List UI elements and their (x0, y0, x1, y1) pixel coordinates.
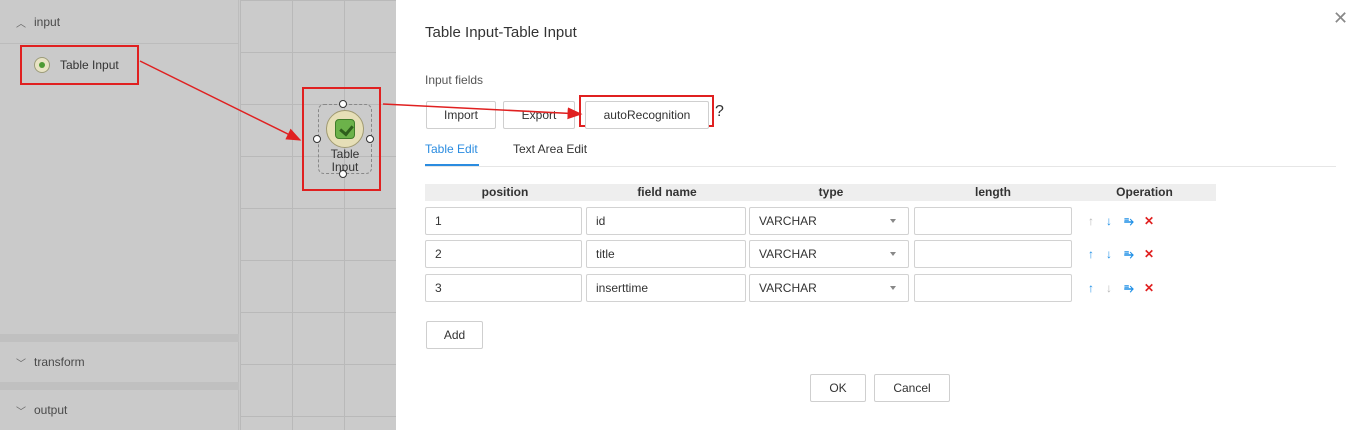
type-select-value: VARCHAR (759, 281, 817, 295)
move-up-icon[interactable]: ↑ (1086, 213, 1096, 229)
column-header-position: position (481, 185, 529, 199)
sidebar-item-label: Table Input (60, 58, 119, 72)
resize-handle[interactable] (366, 135, 374, 143)
table-header: position field name type length Operatio… (425, 184, 1216, 201)
field-name-input[interactable]: inserttime (586, 274, 746, 302)
table-input-icon[interactable] (326, 110, 364, 148)
move-down-icon[interactable]: ↓ (1104, 213, 1114, 229)
sidebar-section-label: input (34, 15, 61, 29)
tab-text-area-edit[interactable]: Text Area Edit (513, 142, 587, 156)
input-fields-label: Input fields (425, 73, 484, 87)
designer-area: ︿ input Table Input ﹀ transform ﹀ output (0, 0, 396, 430)
help-icon[interactable]: ? (715, 103, 724, 121)
type-select-value: VARCHAR (759, 247, 817, 261)
ok-label: OK (829, 381, 847, 395)
design-canvas[interactable] (240, 0, 396, 430)
divider (0, 382, 239, 390)
row-operations: ↑ ↓ ⥱ ✕ (1086, 280, 1154, 296)
chevron-down-icon: ﹀ (16, 358, 26, 370)
table-input-dialog: Table Input-Table Input ✕ Input fields I… (396, 0, 1366, 430)
column-header-field-name: field name (637, 185, 697, 199)
export-label: Export (521, 108, 557, 122)
insert-row-icon[interactable]: ⥱ (1122, 246, 1136, 262)
sidebar-section-label: output (34, 403, 68, 417)
auto-recognition-button[interactable]: autoRecognition (585, 101, 709, 129)
column-header-operation: Operation (1116, 185, 1173, 199)
position-input[interactable]: 2 (425, 240, 582, 268)
chevron-up-icon: ︿ (16, 18, 26, 30)
move-down-icon[interactable]: ↓ (1104, 246, 1114, 262)
row-operations: ↑ ↓ ⥱ ✕ (1086, 246, 1154, 262)
sidebar-section-transform[interactable]: ﹀ transform (0, 342, 239, 382)
sidebar-section-label: transform (34, 355, 85, 369)
sidebar-item-table-input[interactable]: Table Input (20, 45, 139, 85)
auto-recognition-label: autoRecognition (603, 108, 691, 122)
length-input[interactable] (914, 240, 1072, 268)
position-input[interactable]: 1 (425, 207, 582, 235)
type-select[interactable]: VARCHAR (749, 207, 909, 235)
component-sidebar: ︿ input Table Input ﹀ transform ﹀ output (0, 0, 239, 430)
resize-handle[interactable] (339, 100, 347, 108)
insert-row-icon[interactable]: ⥱ (1122, 280, 1136, 296)
caret-down-icon (890, 252, 896, 256)
insert-row-icon[interactable]: ⥱ (1122, 213, 1136, 229)
tab-table-edit[interactable]: Table Edit (425, 142, 478, 156)
field-name-input[interactable]: id (586, 207, 746, 235)
table-input-icon (34, 57, 50, 73)
cancel-button[interactable]: Cancel (874, 374, 950, 402)
column-header-length: length (975, 185, 1011, 199)
add-label: Add (443, 328, 466, 342)
type-select[interactable]: VARCHAR (749, 240, 909, 268)
divider (0, 334, 239, 342)
type-select-value: VARCHAR (759, 214, 817, 228)
column-header-type: type (818, 185, 844, 199)
close-icon[interactable]: ✕ (1333, 8, 1348, 28)
row-operations: ↑ ↓ ⥱ ✕ (1086, 213, 1154, 229)
type-select[interactable]: VARCHAR (749, 274, 909, 302)
length-input[interactable] (914, 274, 1072, 302)
move-down-icon[interactable]: ↓ (1104, 280, 1114, 296)
delete-icon[interactable]: ✕ (1144, 213, 1154, 229)
position-input[interactable]: 3 (425, 274, 582, 302)
export-button[interactable]: Export (503, 101, 575, 129)
caret-down-icon (890, 286, 896, 290)
resize-handle[interactable] (339, 170, 347, 178)
divider (0, 43, 239, 44)
import-button[interactable]: Import (426, 101, 496, 129)
caret-down-icon (890, 219, 896, 223)
resize-handle[interactable] (313, 135, 321, 143)
field-name-input[interactable]: title (586, 240, 746, 268)
add-row-button[interactable]: Add (426, 321, 483, 349)
length-input[interactable] (914, 207, 1072, 235)
move-up-icon[interactable]: ↑ (1086, 280, 1096, 296)
chevron-down-icon: ﹀ (16, 406, 26, 418)
divider (425, 166, 1336, 167)
sidebar-section-output[interactable]: ﹀ output (0, 390, 239, 430)
cancel-label: Cancel (893, 381, 931, 395)
ok-button[interactable]: OK (810, 374, 866, 402)
move-up-icon[interactable]: ↑ (1086, 246, 1096, 262)
import-label: Import (443, 108, 478, 122)
sidebar-section-input[interactable]: ︿ input (0, 2, 239, 42)
delete-icon[interactable]: ✕ (1144, 246, 1154, 262)
delete-icon[interactable]: ✕ (1144, 280, 1154, 296)
dialog-title: Table Input-Table Input (425, 24, 577, 41)
